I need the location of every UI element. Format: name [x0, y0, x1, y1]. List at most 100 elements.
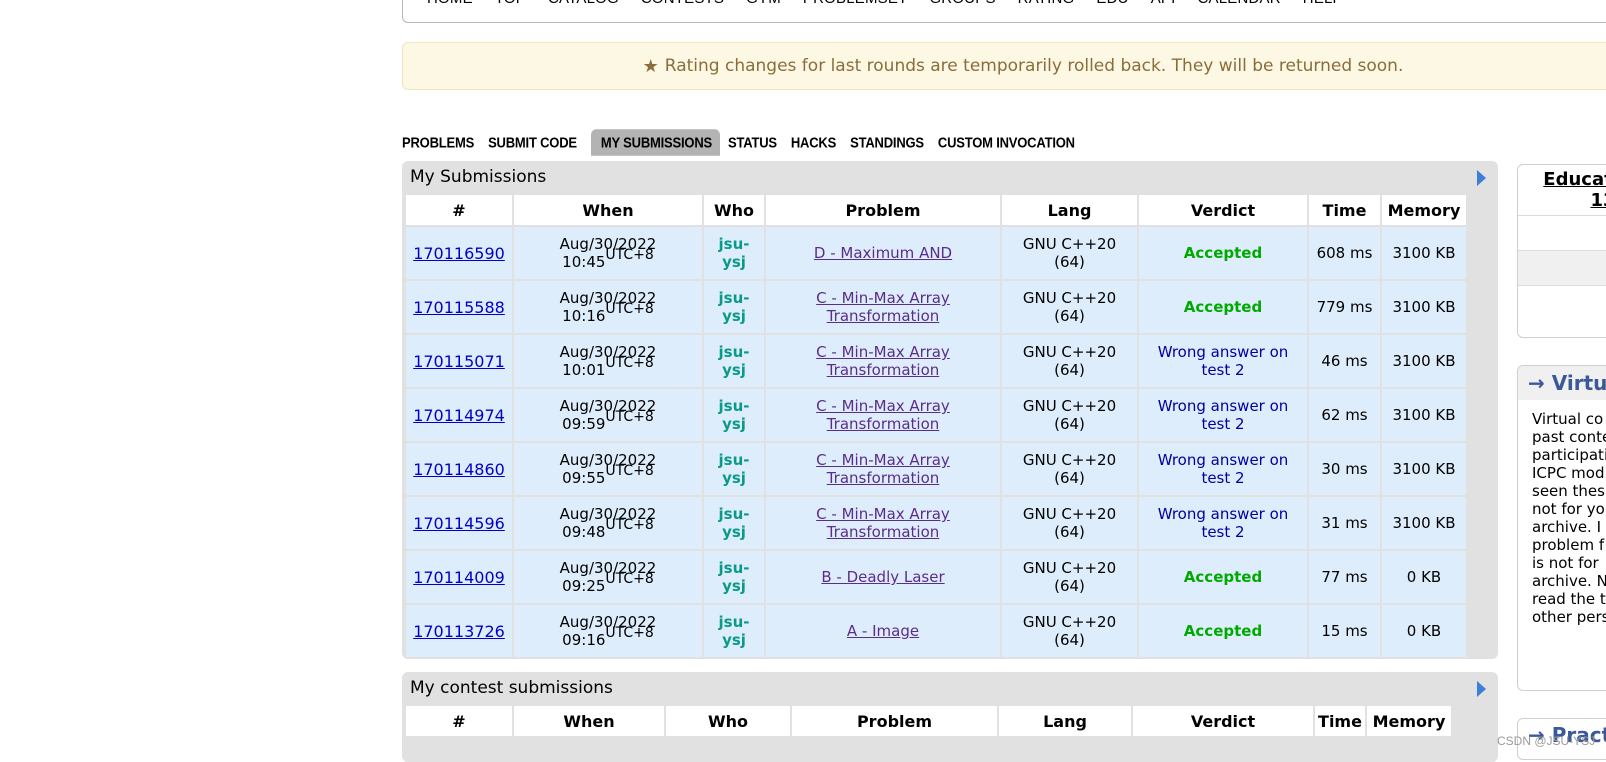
problem-name-line: C - Min-Max Array [816, 343, 950, 361]
who-cell[interactable]: jsu-ysj [704, 389, 764, 441]
submission-id-link[interactable]: 170114974 [413, 406, 505, 425]
contest-info-sidebar: Educat 13 [1517, 164, 1606, 338]
timezone: UTC+8 [605, 462, 654, 479]
user-handle-part: ysj [722, 523, 746, 541]
column-header: Verdict [1133, 706, 1313, 736]
tab-submit-code[interactable]: SUBMIT CODE [488, 129, 587, 155]
top-menu-item[interactable]: TOP [495, 0, 526, 7]
submission-id-cell: 170115588 [406, 281, 512, 333]
lang-cell: GNU C++20 (64) [1002, 389, 1137, 441]
submission-id-link[interactable]: 170115071 [413, 352, 505, 371]
problem-link[interactable]: A - Image [847, 622, 919, 640]
contest-name-link[interactable]: Educat 13 [1518, 165, 1606, 215]
lang-name: GNU C++20 [1022, 235, 1117, 253]
top-menu-item[interactable]: GYM [746, 0, 781, 7]
top-menu-item[interactable]: API [1151, 0, 1176, 7]
submission-id-cell: 170113726 [406, 605, 512, 657]
submission-time: 09:59 [562, 414, 606, 433]
problem-link[interactable]: B - Deadly Laser [821, 568, 944, 586]
tab-standings[interactable]: STANDINGS [850, 129, 934, 155]
timezone: UTC+8 [605, 624, 654, 641]
submission-id-cell: 170114596 [406, 497, 512, 549]
time-cell: 779 ms [1309, 281, 1380, 333]
expand-arrow-icon[interactable] [1477, 170, 1486, 186]
contest-submissions-box: My contest submissions # When Who Problem La… [402, 672, 1498, 762]
top-menu-item[interactable]: CALENDAR [1197, 0, 1280, 7]
top-menu-item[interactable]: CATALOG [548, 0, 619, 7]
submission-id-link[interactable]: 170114860 [413, 460, 505, 479]
verdict-text: Accepted [1183, 244, 1263, 262]
problem-cell: A - Image [766, 605, 1000, 657]
lang-arch: (64) [1054, 415, 1085, 433]
user-handle-part: ysj [722, 307, 746, 325]
time-cell: 608 ms [1309, 227, 1380, 279]
problem-link[interactable]: C - Min-Max Array Transformation [816, 451, 950, 487]
problem-link[interactable]: C - Min-Max Array Transformation [816, 397, 950, 433]
problem-link[interactable]: C - Min-Max Array Transformation [816, 343, 950, 379]
user-handle-part: jsu- [718, 397, 750, 415]
top-menu-item[interactable]: GROUPS [929, 0, 995, 7]
tab-problems[interactable]: PROBLEMS [402, 129, 484, 155]
who-cell[interactable]: jsu-ysj [704, 443, 764, 495]
submission-id-link[interactable]: 170115588 [413, 298, 505, 317]
problem-name-line: Transformation [826, 523, 940, 541]
problem-name-line: C - Min-Max Array [816, 505, 950, 523]
user-handle-part: ysj [722, 577, 746, 595]
timezone: UTC+8 [605, 246, 654, 263]
problem-cell: C - Min-Max Array Transformation [766, 281, 1000, 333]
sidebar-row [1518, 250, 1606, 285]
who-cell[interactable]: jsu-ysj [704, 497, 764, 549]
tab-hacks[interactable]: HACKS [791, 129, 846, 155]
lang-arch: (64) [1054, 307, 1085, 325]
verdict-cell: Wrong answer on test 2 [1139, 389, 1307, 441]
column-header: Verdict [1139, 195, 1307, 225]
lang-name: GNU C++20 [1022, 289, 1117, 307]
who-cell[interactable]: jsu-ysj [704, 605, 764, 657]
memory-cell: 3100 KB [1382, 281, 1466, 333]
time-cell: 62 ms [1309, 389, 1380, 441]
submission-id-link[interactable]: 170114009 [413, 568, 505, 587]
top-menu-item[interactable]: PROBLEMSET [803, 0, 908, 7]
problem-link[interactable]: C - Min-Max Array Transformation [816, 289, 950, 325]
time-cell: 77 ms [1309, 551, 1380, 603]
problem-link[interactable]: D - Maximum AND [814, 244, 952, 262]
user-handle-part: jsu- [718, 343, 750, 361]
alert-text: Rating changes for last rounds are tempo… [664, 56, 1404, 76]
problem-name-line: Transformation [826, 307, 940, 325]
lang-name: GNU C++20 [1022, 559, 1117, 577]
when-cell: Aug/30/2022 10:01UTC+8 [514, 335, 702, 387]
problem-link[interactable]: C - Min-Max Array Transformation [816, 505, 950, 541]
top-menu-item[interactable]: RATING [1018, 0, 1075, 7]
submission-id-link[interactable]: 170116590 [413, 244, 505, 263]
verdict-text: test 2 [1201, 469, 1245, 487]
submission-id-cell: 170116590 [406, 227, 512, 279]
problem-name-line: Transformation [826, 469, 940, 487]
submission-time: 09:16 [562, 630, 606, 649]
who-cell[interactable]: jsu-ysj [704, 335, 764, 387]
tab-status[interactable]: STATUS [728, 129, 787, 155]
contest-submissions-title: My contest submissions [410, 678, 613, 698]
submission-id-link[interactable]: 170113726 [413, 622, 505, 641]
verdict-cell: Accepted [1139, 281, 1307, 333]
submission-id-link[interactable]: 170114596 [413, 514, 505, 533]
top-menu-item[interactable]: EDU [1096, 0, 1128, 7]
user-handle-part: jsu- [718, 613, 750, 631]
column-header: Time [1315, 706, 1365, 736]
expand-arrow-icon[interactable] [1477, 681, 1486, 697]
table-row: 170116590 Aug/30/2022 10:45UTC+8 jsu-ysj D -… [406, 227, 1466, 279]
lang-cell: GNU C++20 (64) [1002, 281, 1137, 333]
top-menu-item[interactable]: HOME [427, 0, 473, 7]
user-handle-part: ysj [722, 253, 746, 271]
top-menu-item[interactable]: HELP [1303, 0, 1343, 7]
star-icon: ★ [642, 55, 659, 77]
when-cell: Aug/30/2022 09:16UTC+8 [514, 605, 702, 657]
who-cell[interactable]: jsu-ysj [704, 281, 764, 333]
watermark: CSDN @JSU-YSJ [1497, 734, 1596, 748]
who-cell[interactable]: jsu-ysj [704, 551, 764, 603]
tab-my-submissions[interactable]: MY SUBMISSIONS [590, 129, 720, 156]
tab-custom-invocation[interactable]: CUSTOM INVOCATION [938, 129, 1085, 155]
sidebar-row [1518, 215, 1606, 250]
submission-time: 09:55 [562, 468, 606, 487]
top-menu-item[interactable]: CONTESTS [641, 0, 724, 7]
who-cell[interactable]: jsu-ysj [704, 227, 764, 279]
